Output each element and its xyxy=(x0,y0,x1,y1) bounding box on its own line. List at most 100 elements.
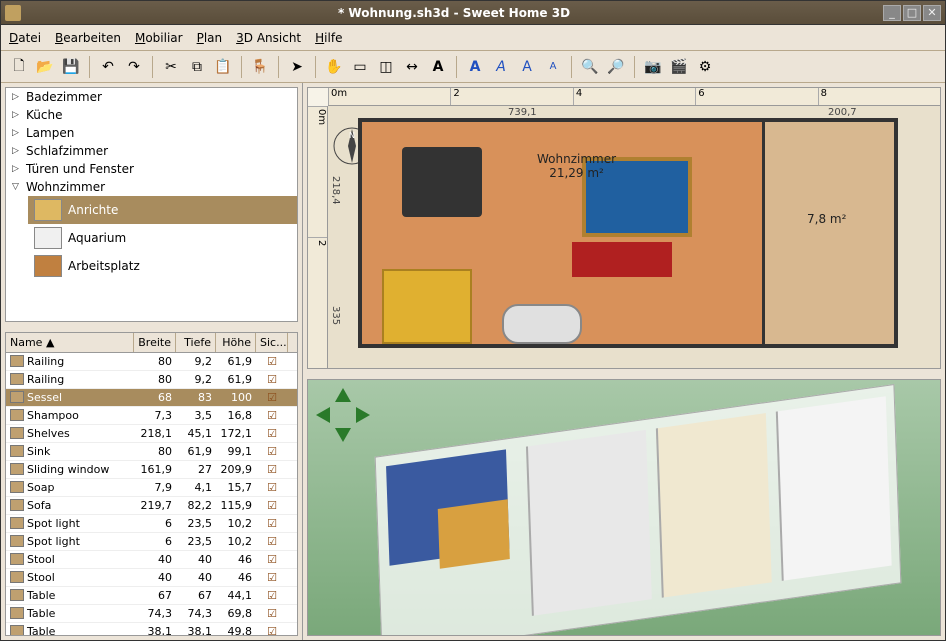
nav-right-icon[interactable] xyxy=(356,407,370,423)
add-text-icon[interactable]: A xyxy=(426,55,450,79)
furniture-thumb-icon xyxy=(10,607,24,619)
checkbox-icon[interactable]: ☑ xyxy=(267,535,277,548)
create-walls-icon[interactable]: ▭ xyxy=(348,55,372,79)
checkbox-icon[interactable]: ☑ xyxy=(267,463,277,476)
table-row[interactable]: Table38,138,149,8☑ xyxy=(6,623,297,635)
select-tool-icon[interactable]: ➤ xyxy=(285,55,309,79)
col-sichtbar[interactable]: Sic... xyxy=(256,333,288,352)
catalog-item-anrichte[interactable]: Anrichte xyxy=(28,196,297,224)
inc-font-icon[interactable]: A xyxy=(515,55,539,79)
table-row[interactable]: Soap7,94,115,7☑ xyxy=(6,479,297,497)
italic-icon[interactable]: A xyxy=(489,55,513,79)
checkbox-icon[interactable]: ☑ xyxy=(267,427,277,440)
checkbox-icon[interactable]: ☑ xyxy=(267,625,277,635)
catalog-item-aquarium[interactable]: Aquarium xyxy=(28,224,297,252)
new-icon[interactable]: 🗋 xyxy=(7,55,31,79)
nav-down-icon[interactable] xyxy=(335,428,351,442)
paste-icon[interactable]: 📋 xyxy=(211,55,235,79)
plan-view-2d[interactable]: 0m2468 0m2 N Wohnzimmer21,29 m xyxy=(307,87,941,369)
category-tueren[interactable]: ▷Türen und Fenster xyxy=(6,160,297,178)
create-dimensions-icon[interactable]: ↔ xyxy=(400,55,424,79)
menu-plan[interactable]: Plan xyxy=(197,31,223,45)
checkbox-icon[interactable]: ☑ xyxy=(267,409,277,422)
undo-icon[interactable]: ↶ xyxy=(96,55,120,79)
floor-plan[interactable]: Wohnzimmer21,29 m² 7,8 m² xyxy=(358,118,898,348)
furniture-catalog[interactable]: ▷Badezimmer ▷Küche ▷Lampen ▷Schlafzimmer… xyxy=(5,87,298,322)
checkbox-icon[interactable]: ☑ xyxy=(267,481,277,494)
col-name[interactable]: Name ▲ xyxy=(6,333,134,352)
category-kueche[interactable]: ▷Küche xyxy=(6,106,297,124)
room-label: Wohnzimmer21,29 m² xyxy=(537,152,616,180)
table-row[interactable]: Sofa219,782,2115,9☑ xyxy=(6,497,297,515)
open-icon[interactable]: 📂 xyxy=(33,55,57,79)
table-row[interactable]: Shelves218,145,1172,1☑ xyxy=(6,425,297,443)
menu-bearbeiten[interactable]: Bearbeiten xyxy=(55,31,121,45)
col-tiefe[interactable]: Tiefe xyxy=(176,333,216,352)
maximize-button[interactable]: □ xyxy=(903,5,921,21)
table-row[interactable]: Sink8061,999,1☑ xyxy=(6,443,297,461)
close-button[interactable]: ✕ xyxy=(923,5,941,21)
view-3d[interactable] xyxy=(307,379,941,636)
menu-hilfe[interactable]: Hilfe xyxy=(315,31,342,45)
catalog-item-arbeitsplatz[interactable]: Arbeitsplatz xyxy=(28,252,297,280)
table-row[interactable]: Sliding window161,927209,9☑ xyxy=(6,461,297,479)
left-column: ▷Badezimmer ▷Küche ▷Lampen ▷Schlafzimmer… xyxy=(1,83,303,640)
take-photo-icon[interactable]: 📷 xyxy=(641,55,665,79)
nav-left-icon[interactable] xyxy=(316,407,330,423)
zoom-out-icon[interactable]: 🔎 xyxy=(604,55,628,79)
checkbox-icon[interactable]: ☑ xyxy=(267,373,277,386)
table-row[interactable]: Railing809,261,9☑ xyxy=(6,353,297,371)
checkbox-icon[interactable]: ☑ xyxy=(267,499,277,512)
zoom-in-icon[interactable]: 🔍 xyxy=(578,55,602,79)
checkbox-icon[interactable]: ☑ xyxy=(267,607,277,620)
create-video-icon[interactable]: 🎬 xyxy=(667,55,691,79)
category-schlafzimmer[interactable]: ▷Schlafzimmer xyxy=(6,142,297,160)
table-row[interactable]: Table676744,1☑ xyxy=(6,587,297,605)
table-row[interactable]: Shampoo7,33,516,8☑ xyxy=(6,407,297,425)
checkbox-icon[interactable]: ☑ xyxy=(267,553,277,566)
pan-tool-icon[interactable]: ✋ xyxy=(322,55,346,79)
table-row[interactable]: Railing809,261,9☑ xyxy=(6,371,297,389)
menu-mobiliar[interactable]: Mobiliar xyxy=(135,31,183,45)
chevron-right-icon: ▷ xyxy=(12,164,22,174)
menu-datei[interactable]: Datei xyxy=(9,31,41,45)
table-row[interactable]: Spot light623,510,2☑ xyxy=(6,515,297,533)
col-breite[interactable]: Breite xyxy=(134,333,176,352)
furniture-thumb-icon xyxy=(10,463,24,475)
dec-font-icon[interactable]: A xyxy=(541,55,565,79)
preferences-icon[interactable]: ⚙ xyxy=(693,55,717,79)
plan-canvas[interactable]: N Wohnzimmer21,29 m² 7,8 m² 739,1 xyxy=(328,106,940,368)
category-lampen[interactable]: ▷Lampen xyxy=(6,124,297,142)
table-row[interactable]: Stool404046☑ xyxy=(6,551,297,569)
checkbox-icon[interactable]: ☑ xyxy=(267,589,277,602)
table-row[interactable]: Stool404046☑ xyxy=(6,569,297,587)
ruler-horizontal: 0m2468 xyxy=(328,88,940,106)
furniture-rows[interactable]: Railing809,261,9☑Railing809,261,9☑Sessel… xyxy=(6,353,297,635)
checkbox-icon[interactable]: ☑ xyxy=(267,391,277,404)
cut-icon[interactable]: ✂ xyxy=(159,55,183,79)
add-furniture-icon[interactable]: 🪑 xyxy=(248,55,272,79)
furniture-thumb-icon xyxy=(10,445,24,457)
create-rooms-icon[interactable]: ◫ xyxy=(374,55,398,79)
table-row[interactable]: Sessel6883100☑ xyxy=(6,389,297,407)
save-icon[interactable]: 💾 xyxy=(59,55,83,79)
category-badezimmer[interactable]: ▷Badezimmer xyxy=(6,88,297,106)
nav-up-icon[interactable] xyxy=(335,388,351,402)
category-wohnzimmer[interactable]: ▽Wohnzimmer xyxy=(6,178,297,196)
col-hoehe[interactable]: Höhe xyxy=(216,333,256,352)
checkbox-icon[interactable]: ☑ xyxy=(267,571,277,584)
table-row[interactable]: Spot light623,510,2☑ xyxy=(6,533,297,551)
titlebar[interactable]: * Wohnung.sh3d - Sweet Home 3D _ □ ✕ xyxy=(1,1,945,25)
checkbox-icon[interactable]: ☑ xyxy=(267,445,277,458)
bold-icon[interactable]: A xyxy=(463,55,487,79)
svg-text:N: N xyxy=(349,131,355,140)
menu-3d-ansicht[interactable]: 3D Ansicht xyxy=(236,31,301,45)
right-column: 0m2468 0m2 N Wohnzimmer21,29 m xyxy=(303,83,945,640)
checkbox-icon[interactable]: ☑ xyxy=(267,355,277,368)
checkbox-icon[interactable]: ☑ xyxy=(267,517,277,530)
table-row[interactable]: Table74,374,369,8☑ xyxy=(6,605,297,623)
furniture-thumb-icon xyxy=(34,227,62,249)
redo-icon[interactable]: ↷ xyxy=(122,55,146,79)
minimize-button[interactable]: _ xyxy=(883,5,901,21)
copy-icon[interactable]: ⧉ xyxy=(185,55,209,79)
